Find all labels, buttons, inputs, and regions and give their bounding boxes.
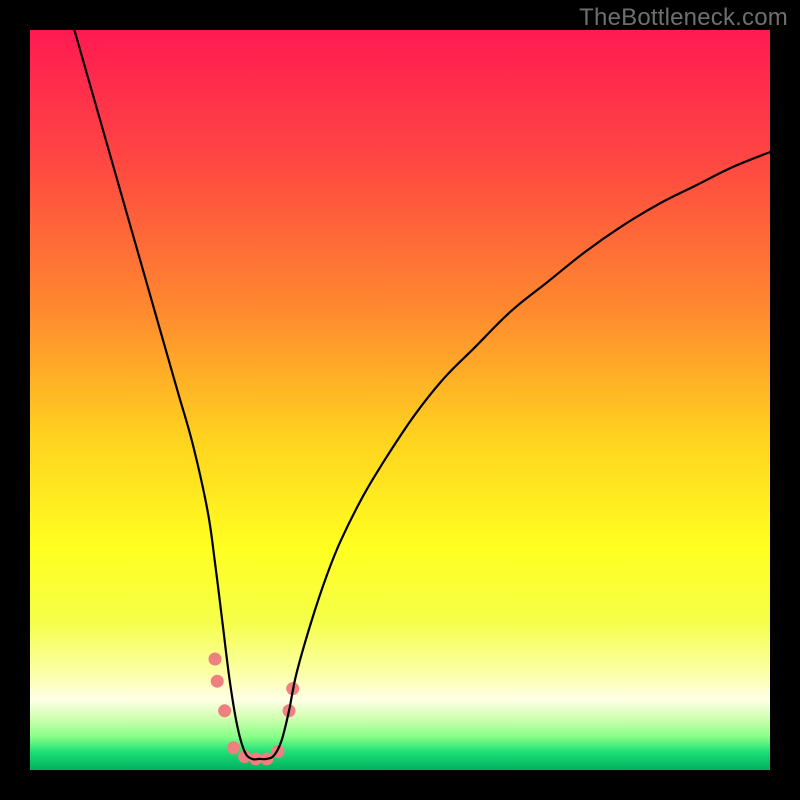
chart-frame: TheBottleneck.com: [0, 0, 800, 800]
bottleneck-curve: [74, 30, 770, 759]
plot-area: [30, 30, 770, 770]
watermark-text: TheBottleneck.com: [579, 4, 788, 32]
accent-dot: [218, 704, 231, 717]
curve-layer: [30, 30, 770, 770]
accent-dot: [211, 675, 224, 688]
accent-dots-group: [209, 653, 300, 766]
accent-dot: [209, 653, 222, 666]
accent-dot: [227, 741, 240, 754]
